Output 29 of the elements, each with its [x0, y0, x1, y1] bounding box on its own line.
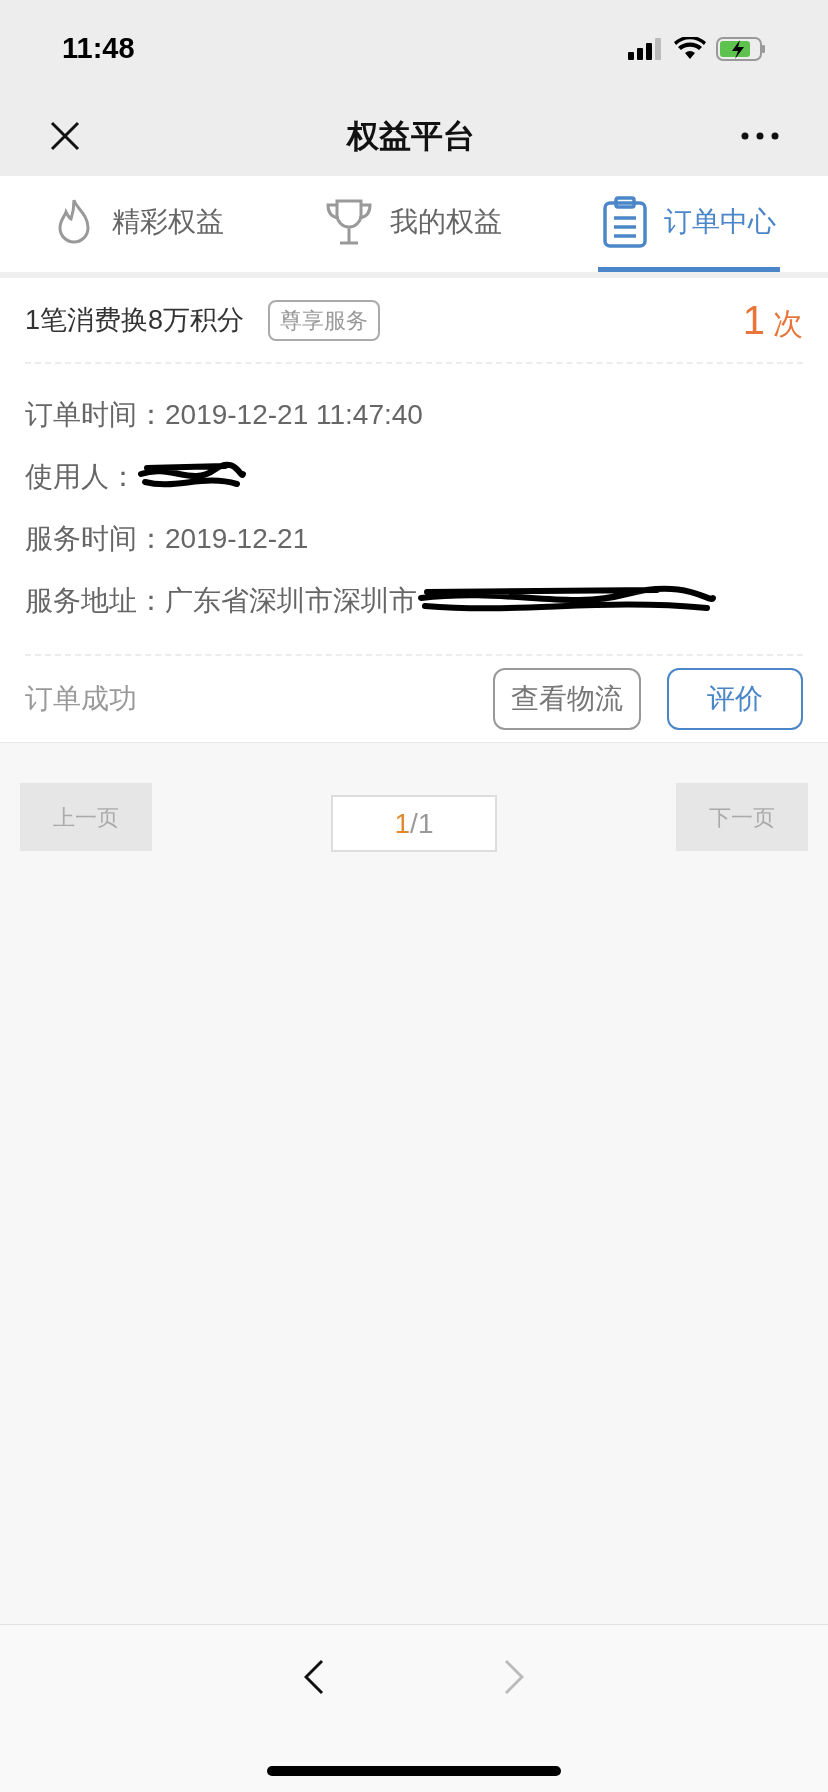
field-label: 服务时间：	[25, 522, 165, 556]
order-status: 订单成功	[25, 682, 137, 716]
service-tag: 尊享服务	[268, 299, 381, 341]
back-icon	[304, 1659, 324, 1695]
order-action-button[interactable]: 评价	[667, 668, 803, 730]
status-time: 11:48	[62, 31, 135, 67]
page-title: 权益平台	[347, 117, 475, 156]
tab[interactable]: 订单中心	[598, 176, 780, 272]
page-indicator: 1/1	[331, 795, 497, 852]
order-count: 1	[742, 297, 765, 344]
field-label: 服务地址：	[25, 584, 165, 618]
battery-icon	[716, 37, 766, 61]
close-button[interactable]	[48, 119, 82, 153]
count-unit: 次	[773, 306, 803, 342]
field-value: 2019-12-21 11:47:40	[165, 398, 423, 432]
tab[interactable]: 精彩权益	[48, 176, 228, 272]
close-icon	[50, 121, 80, 151]
field-value: 广东省深圳市深圳市	[165, 584, 417, 618]
forward-icon	[504, 1659, 524, 1695]
field-label: 使用人：	[25, 460, 137, 494]
field-value: 2019-12-21	[165, 522, 309, 556]
field-label: 订单时间：	[25, 398, 165, 432]
clipboard-icon	[602, 195, 648, 248]
signal-icon	[628, 38, 664, 60]
order-title: 1笔消费换8万积分	[25, 303, 245, 337]
tab[interactable]: 我的权益	[320, 176, 506, 272]
more-icon	[741, 132, 779, 140]
wifi-icon	[674, 37, 706, 61]
order-action-button[interactable]: 查看物流	[493, 668, 641, 730]
